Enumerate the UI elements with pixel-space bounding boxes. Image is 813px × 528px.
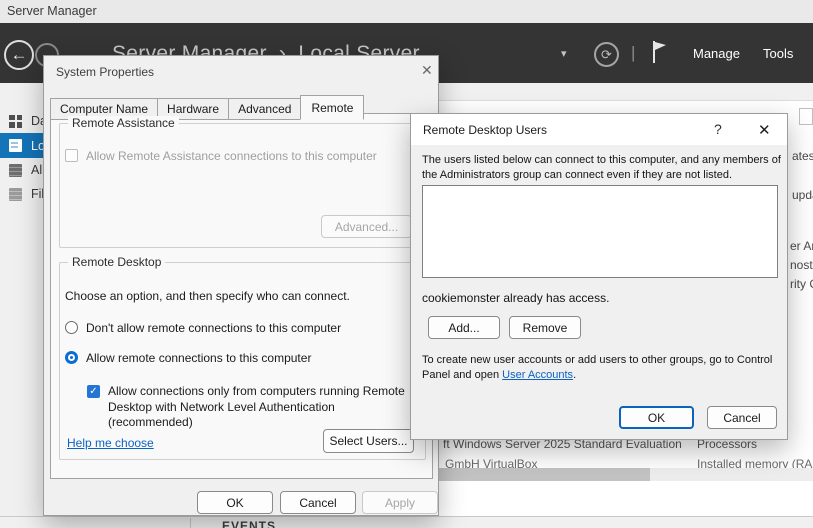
manage-menu[interactable]: Manage xyxy=(693,46,740,61)
radio-dot xyxy=(68,354,75,361)
system-properties-dialog: System Properties ✕ Computer Name Hardwa… xyxy=(43,55,439,516)
bg-fragment: ates xyxy=(792,149,813,163)
allow-remote-connections-radio[interactable] xyxy=(65,351,78,364)
events-heading: EVENTS xyxy=(222,519,276,528)
help-me-choose-link[interactable]: Help me choose xyxy=(67,436,154,450)
footer-text: To create new user accounts or add users… xyxy=(422,354,772,381)
deny-remote-connections-radio[interactable] xyxy=(65,321,78,334)
bg-fragment: rity C xyxy=(790,277,813,291)
bg-fragment: er Ar xyxy=(790,239,813,253)
bottom-strip xyxy=(0,516,813,528)
dialog-title: System Properties xyxy=(56,65,154,79)
panel-divider xyxy=(190,518,191,528)
all-servers-icon xyxy=(9,164,22,177)
user-accounts-link[interactable]: User Accounts xyxy=(502,369,573,381)
chevron-down-icon[interactable]: ▾ xyxy=(561,47,567,60)
dialog-description: The users listed below can connect to th… xyxy=(422,153,786,183)
group-legend: Remote Assistance xyxy=(68,116,179,130)
tab-advanced[interactable]: Advanced xyxy=(228,98,301,120)
access-note: cookiemonster already has access. xyxy=(422,290,609,306)
cancel-button[interactable]: Cancel xyxy=(280,491,356,514)
cancel-button[interactable]: Cancel xyxy=(707,406,777,429)
nla-checkbox-label[interactable]: Allow connections only from computers ru… xyxy=(108,384,420,431)
window-titlebar: Server Manager xyxy=(0,0,813,23)
bg-fragment: upda xyxy=(792,188,813,202)
dashboard-grid-icon xyxy=(9,115,22,128)
apply-button: Apply xyxy=(362,491,438,514)
users-listbox[interactable] xyxy=(422,185,778,278)
deny-remote-connections-label[interactable]: Don't allow remote connections to this c… xyxy=(86,321,341,335)
group-legend: Remote Desktop xyxy=(68,255,165,269)
help-icon[interactable]: ? xyxy=(714,121,722,137)
notifications-flag-icon[interactable] xyxy=(650,40,668,69)
allow-remote-assistance-label: Allow Remote Assistance connections to t… xyxy=(86,149,377,163)
remote-desktop-users-dialog: Remote Desktop Users ? ✕ The users liste… xyxy=(410,113,788,440)
panel-corner-box xyxy=(799,108,813,125)
tools-menu[interactable]: Tools xyxy=(763,46,793,61)
remote-desktop-intro: Choose an option, and then specify who c… xyxy=(65,289,350,303)
ok-button[interactable]: OK xyxy=(197,491,273,514)
tab-remote[interactable]: Remote xyxy=(300,95,364,120)
footer-suffix: . xyxy=(573,369,576,381)
file-storage-icon xyxy=(9,188,22,201)
server-manager-window: Server Manager ← → Server Manager › Loca… xyxy=(0,0,813,528)
dialog-title: Remote Desktop Users xyxy=(423,123,547,137)
nla-checkbox[interactable]: ✓ xyxy=(87,385,100,398)
remove-button[interactable]: Remove xyxy=(509,316,581,339)
allow-remote-connections-label[interactable]: Allow remote connections to this compute… xyxy=(86,351,311,365)
local-server-icon xyxy=(9,139,22,152)
select-users-button[interactable]: Select Users... xyxy=(323,429,414,453)
check-icon: ✓ xyxy=(89,386,97,397)
footer-note: To create new user accounts or add users… xyxy=(422,353,788,383)
close-icon[interactable]: ✕ xyxy=(421,62,433,79)
ok-button[interactable]: OK xyxy=(619,406,694,429)
refresh-button[interactable]: ⟳ xyxy=(594,42,619,67)
advanced-button: Advanced... xyxy=(321,215,412,238)
back-button[interactable]: ← xyxy=(4,40,34,70)
refresh-icon: ⟳ xyxy=(601,47,612,63)
bg-fragment: nosti xyxy=(790,258,813,272)
window-title: Server Manager xyxy=(7,4,97,18)
close-icon[interactable]: ✕ xyxy=(758,121,771,139)
header-divider: | xyxy=(631,43,635,63)
allow-remote-assistance-checkbox xyxy=(65,149,78,162)
add-button[interactable]: Add... xyxy=(428,316,500,339)
back-arrow-icon: ← xyxy=(11,45,28,65)
